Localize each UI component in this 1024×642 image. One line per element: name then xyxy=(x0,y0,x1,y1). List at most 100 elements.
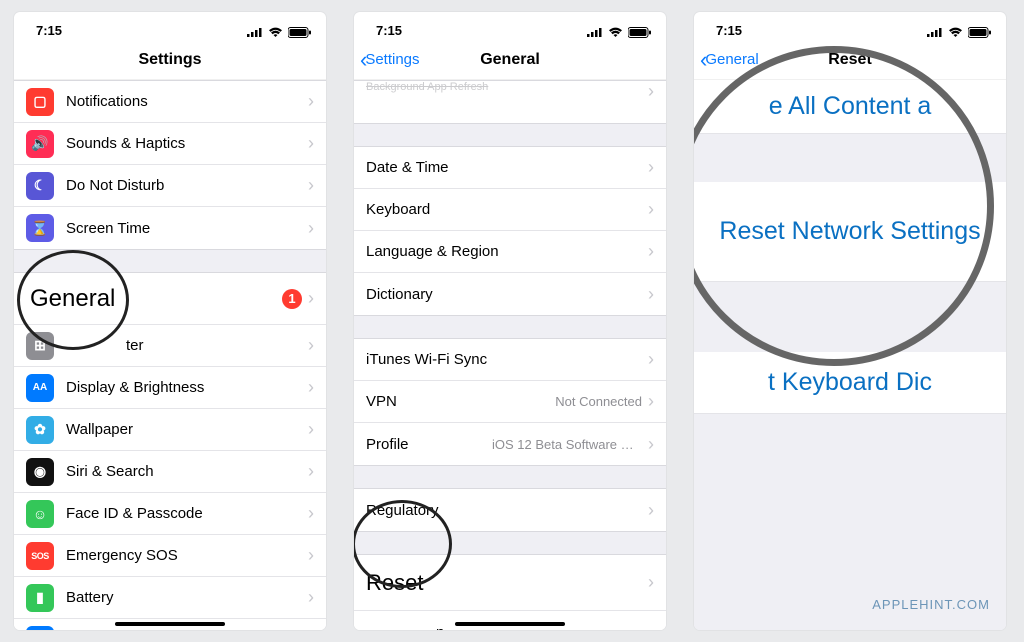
chevron-right-icon: › xyxy=(648,349,654,370)
battery-icon xyxy=(288,27,312,38)
chevron-right-icon: › xyxy=(648,199,654,220)
nav-bar: ‹ Settings General xyxy=(354,40,666,80)
chevron-right-icon: › xyxy=(648,81,654,102)
row-wallpaper[interactable]: ✿ Wallpaper › xyxy=(14,409,326,451)
cellular-icon xyxy=(927,27,943,38)
chevron-right-icon: › xyxy=(308,218,314,239)
row-dnd[interactable]: ☾ Do Not Disturb › xyxy=(14,165,326,207)
battery-row-icon: ▮ xyxy=(26,584,54,612)
row-battery[interactable]: ▮ Battery › xyxy=(14,577,326,619)
phone-panel-settings: 7:15 Settings ▢ Notifications › 🔊 Sounds… xyxy=(14,12,326,630)
chevron-right-icon: › xyxy=(308,419,314,440)
row-profile[interactable]: ProfileiOS 12 Beta Software Profile› xyxy=(354,423,666,465)
wifi-icon xyxy=(948,27,963,38)
chevron-right-icon: › xyxy=(308,288,314,309)
row-faceid[interactable]: ☺ Face ID & Passcode › xyxy=(14,493,326,535)
row-regulatory[interactable]: Regulatory› xyxy=(354,489,666,531)
row-shutdown-cut[interactable]: n xyxy=(354,611,666,630)
home-indicator[interactable] xyxy=(455,622,565,626)
dnd-icon: ☾ xyxy=(26,172,54,200)
chevron-right-icon: › xyxy=(308,630,314,631)
cellular-icon xyxy=(587,27,603,38)
status-time: 7:15 xyxy=(716,23,742,38)
row-display[interactable]: AA Display & Brightness › xyxy=(14,367,326,409)
sos-icon: SOS xyxy=(26,542,54,570)
chevron-right-icon: › xyxy=(308,377,314,398)
chevron-right-icon: › xyxy=(308,91,314,112)
phone-panel-reset: 7:15 ‹ General Reset e All Content a Res… xyxy=(694,12,1006,630)
nav-bar: Settings xyxy=(14,40,326,80)
badge-count: 1 xyxy=(282,289,302,309)
page-title: Settings xyxy=(138,51,201,69)
back-button[interactable]: ‹ Settings xyxy=(360,40,420,79)
row-language-region[interactable]: Language & Region› xyxy=(354,231,666,273)
status-time: 7:15 xyxy=(376,23,402,38)
row-bg-app-refresh-cut[interactable]: Background App Refresh › xyxy=(354,81,666,123)
chevron-right-icon: › xyxy=(308,545,314,566)
chevron-right-icon: › xyxy=(648,572,654,593)
general-label: General xyxy=(30,285,282,313)
battery-icon xyxy=(628,27,652,38)
status-indicators xyxy=(587,27,652,38)
wifi-icon xyxy=(608,27,623,38)
faceid-icon: ☺ xyxy=(26,500,54,528)
row-date-time[interactable]: Date & Time› xyxy=(354,147,666,189)
display-icon: AA xyxy=(26,374,54,402)
back-button[interactable]: ‹ General xyxy=(700,40,759,79)
status-bar: 7:15 xyxy=(354,12,666,40)
status-bar: 7:15 xyxy=(694,12,1006,40)
row-control-center[interactable]: ⊞ ter › xyxy=(14,325,326,367)
sounds-icon: 🔊 xyxy=(26,130,54,158)
row-sounds[interactable]: 🔊 Sounds & Haptics › xyxy=(14,123,326,165)
privacy-icon: ✋ xyxy=(26,626,54,630)
row-reset[interactable]: Reset› xyxy=(354,555,666,611)
row-notifications[interactable]: ▢ Notifications › xyxy=(14,81,326,123)
status-time: 7:15 xyxy=(36,23,62,38)
wifi-icon xyxy=(268,27,283,38)
screentime-icon: ⌛ xyxy=(26,214,54,242)
chevron-right-icon: › xyxy=(308,335,314,356)
phone-panel-general: 7:15 ‹ Settings General Background App R… xyxy=(354,12,666,630)
notifications-icon: ▢ xyxy=(26,88,54,116)
battery-icon xyxy=(968,27,992,38)
page-title: General xyxy=(480,51,540,69)
row-reset-keyboard-cut[interactable]: t Keyboard Dic xyxy=(694,352,1006,414)
chevron-right-icon: › xyxy=(648,157,654,178)
vpn-status: Not Connected xyxy=(555,394,642,409)
status-bar: 7:15 xyxy=(14,12,326,40)
reset-list[interactable]: e All Content a Reset Network Settings t… xyxy=(694,80,1006,630)
chevron-right-icon: › xyxy=(308,133,314,154)
row-erase-all-cut[interactable]: e All Content a xyxy=(694,80,1006,134)
row-screentime[interactable]: ⌛ Screen Time › xyxy=(14,207,326,249)
watermark: APPLEHINT.COM xyxy=(872,597,990,612)
settings-list[interactable]: ▢ Notifications › 🔊 Sounds & Haptics › ☾… xyxy=(14,80,326,630)
chevron-right-icon: › xyxy=(648,434,654,455)
chevron-right-icon: › xyxy=(308,175,314,196)
status-indicators xyxy=(927,27,992,38)
status-indicators xyxy=(247,27,312,38)
control-center-icon: ⊞ xyxy=(26,332,54,360)
page-title: Reset xyxy=(828,51,872,69)
chevron-right-icon: › xyxy=(648,241,654,262)
wallpaper-icon: ✿ xyxy=(26,416,54,444)
back-label: General xyxy=(705,51,758,68)
chevron-right-icon: › xyxy=(648,391,654,412)
general-list[interactable]: Background App Refresh › Date & Time› Ke… xyxy=(354,80,666,630)
profile-detail: iOS 12 Beta Software Profile xyxy=(492,437,642,452)
row-sos[interactable]: SOS Emergency SOS › xyxy=(14,535,326,577)
row-general[interactable]: General 1 › xyxy=(14,273,326,325)
row-reset-network-settings[interactable]: Reset Network Settings xyxy=(694,182,1006,282)
chevron-right-icon: › xyxy=(308,503,314,524)
chevron-right-icon: › xyxy=(308,461,314,482)
row-siri[interactable]: ◉ Siri & Search › xyxy=(14,451,326,493)
row-keyboard[interactable]: Keyboard› xyxy=(354,189,666,231)
chevron-right-icon: › xyxy=(648,500,654,521)
home-indicator[interactable] xyxy=(115,622,225,626)
chevron-right-icon: › xyxy=(308,587,314,608)
siri-icon: ◉ xyxy=(26,458,54,486)
chevron-right-icon: › xyxy=(648,284,654,305)
back-label: Settings xyxy=(365,51,419,68)
row-itunes-wifi[interactable]: iTunes Wi-Fi Sync› xyxy=(354,339,666,381)
row-dictionary[interactable]: Dictionary› xyxy=(354,273,666,315)
row-vpn[interactable]: VPNNot Connected› xyxy=(354,381,666,423)
